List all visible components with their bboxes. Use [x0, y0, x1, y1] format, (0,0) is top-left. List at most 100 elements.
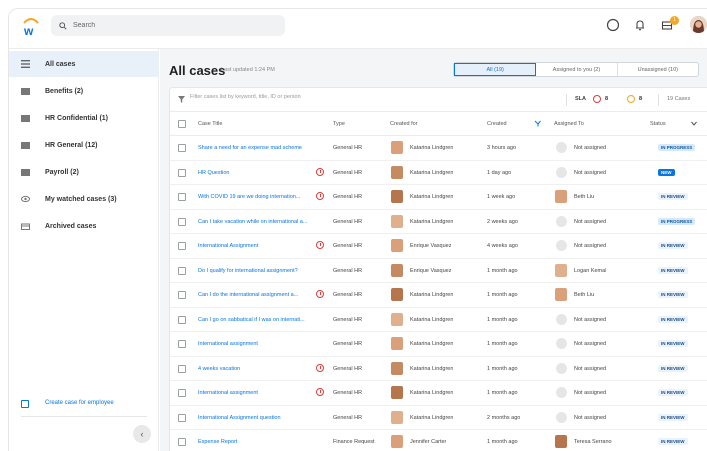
search-input[interactable]: [73, 22, 273, 29]
assigned-to-name[interactable]: Not assigned: [574, 145, 606, 151]
created-for-name[interactable]: Enrique Vasquez: [410, 268, 451, 274]
case-title-link[interactable]: With COVID 19 are we doing internation..…: [198, 194, 318, 200]
created-for-name[interactable]: Katarina Lindgren: [410, 194, 453, 200]
table-row[interactable]: International assignment General HR Katari…: [170, 381, 707, 406]
row-checkbox[interactable]: [178, 193, 186, 201]
row-checkbox[interactable]: [178, 168, 186, 177]
created-for-name[interactable]: Jennifer Carter: [410, 439, 446, 445]
table-row[interactable]: Can I take vacation while on internation…: [170, 210, 707, 234]
case-title-link[interactable]: Can I take vacation while on internation…: [198, 219, 318, 225]
case-title-link[interactable]: HR Question: [198, 170, 318, 176]
assigned-to-name[interactable]: Not assigned: [574, 317, 606, 323]
sla-overdue-icon[interactable]: [593, 95, 601, 103]
row-checkbox[interactable]: [178, 217, 186, 226]
sidebar-item-payroll[interactable]: Payroll (2): [9, 159, 159, 185]
unassigned-avatar-icon: [556, 215, 567, 227]
table-row[interactable]: 4 weeks vacation General HR Katarina Lindg…: [170, 357, 707, 381]
case-title-link[interactable]: International assignment: [198, 390, 318, 396]
select-all-checkbox[interactable]: [178, 120, 186, 128]
row-checkbox[interactable]: [178, 144, 186, 152]
case-title-link[interactable]: Can I do the international assignment a.…: [198, 292, 318, 298]
assigned-to-name[interactable]: Not assigned: [574, 390, 606, 396]
tab-assigned-to-you[interactable]: Assigned to you (2): [536, 63, 618, 76]
chat-icon[interactable]: [606, 18, 620, 32]
case-title-link[interactable]: International Assignment: [198, 243, 318, 249]
created-for-name[interactable]: Katarina Lindgren: [410, 170, 453, 176]
assigned-to-name[interactable]: Not assigned: [574, 366, 606, 372]
assigned-to-name[interactable]: Beth Liu: [574, 292, 594, 298]
assigned-to-name[interactable]: Logan Kemal: [574, 268, 606, 274]
table-row[interactable]: Do I qualify for international assignmen…: [170, 259, 707, 283]
created-for-name[interactable]: Katarina Lindgren: [410, 415, 453, 421]
sidebar-item-benefits[interactable]: Benefits (2): [9, 78, 159, 104]
assigned-to-name[interactable]: Not assigned: [574, 415, 606, 421]
case-title-link[interactable]: International assignment: [198, 341, 318, 347]
filter-input[interactable]: [190, 94, 390, 100]
case-title-link[interactable]: Can I go on sabbatical if I was on inter…: [198, 317, 318, 323]
assigned-to-name[interactable]: Beth Liu: [574, 194, 594, 200]
case-title-link[interactable]: International Assignment question: [198, 415, 318, 421]
table-row[interactable]: With COVID 19 are we doing internation..…: [170, 185, 707, 210]
bell-icon[interactable]: [633, 18, 647, 32]
create-case-icon[interactable]: [21, 400, 29, 408]
sidebar-item-hr-confidential[interactable]: HR Confidential (1): [9, 105, 159, 131]
table-row[interactable]: Share a need for an expense mad scheme Ge…: [170, 136, 707, 161]
case-title-link[interactable]: 4 weeks vacation: [198, 366, 318, 372]
assigned-to-name[interactable]: Not assigned: [574, 170, 606, 176]
case-title-link[interactable]: Share a need for an expense mad scheme: [198, 145, 318, 151]
user-avatar[interactable]: [690, 16, 707, 33]
table-row[interactable]: Expense Report Finance Request Jennifer Ca…: [170, 430, 707, 451]
row-checkbox[interactable]: [178, 413, 186, 422]
row-checkbox[interactable]: [178, 242, 186, 250]
table-row[interactable]: Can I do the international assignment a.…: [170, 283, 707, 308]
row-checkbox[interactable]: [178, 389, 186, 397]
sidebar-item-watched-cases[interactable]: My watched cases (3): [9, 186, 159, 212]
assigned-to-name[interactable]: Not assigned: [574, 341, 606, 347]
sidebar-item-hr-general[interactable]: HR General (12): [9, 132, 159, 158]
created-for-name[interactable]: Katarina Lindgren: [410, 317, 453, 323]
tab-all[interactable]: All (19): [454, 63, 537, 76]
sort-icon[interactable]: [534, 120, 541, 127]
column-header-created-for[interactable]: Created for: [390, 121, 418, 127]
search-bar[interactable]: [51, 15, 285, 36]
row-checkbox[interactable]: [178, 438, 186, 446]
row-checkbox[interactable]: [178, 291, 186, 299]
table-row[interactable]: International Assignment question General…: [170, 406, 707, 430]
tab-unassigned[interactable]: Unassigned (10): [618, 63, 698, 76]
table-row[interactable]: International Assignment General HR Enriqu…: [170, 234, 707, 259]
row-checkbox[interactable]: [178, 364, 186, 373]
column-header-assigned-to[interactable]: Assigned To: [554, 121, 584, 127]
created-for-name[interactable]: Enrique Vasquez: [410, 243, 451, 249]
assigned-to-name[interactable]: Teresa Serrano: [574, 439, 612, 445]
sla-label: SLA: [575, 96, 586, 102]
created-for-name[interactable]: Katarina Lindgren: [410, 145, 453, 151]
sidebar-item-all-cases[interactable]: All cases: [9, 51, 159, 77]
case-title-link[interactable]: Expense Report: [198, 439, 318, 445]
sidebar-item-archived-cases[interactable]: Archived cases: [9, 213, 159, 239]
table-row[interactable]: International assignment General HR Katari…: [170, 332, 707, 357]
row-checkbox[interactable]: [178, 266, 186, 275]
column-header-status[interactable]: Status: [650, 121, 666, 127]
created-for-name[interactable]: Katarina Lindgren: [410, 219, 453, 225]
column-header-case-title[interactable]: Case Title: [198, 121, 222, 127]
column-header-created[interactable]: Created: [487, 121, 507, 127]
collapse-sidebar-button[interactable]: ‹: [133, 425, 151, 443]
created-for-name[interactable]: Katarina Lindgren: [410, 292, 453, 298]
create-case-link[interactable]: Create case for employee: [45, 400, 114, 406]
created-for-name[interactable]: Katarina Lindgren: [410, 390, 453, 396]
workday-logo[interactable]: w: [22, 17, 40, 37]
case-title-link[interactable]: Do I qualify for international assignmen…: [198, 268, 318, 274]
column-header-type[interactable]: Type: [333, 121, 345, 127]
sla-warning-icon[interactable]: [627, 95, 635, 103]
chevron-down-icon[interactable]: [691, 121, 697, 126]
created-for-name[interactable]: Katarina Lindgren: [410, 366, 453, 372]
row-checkbox[interactable]: [178, 315, 186, 324]
assigned-to-name[interactable]: Not assigned: [574, 219, 606, 225]
table-row[interactable]: HR Question General HR Katarina Lindgren 1 …: [170, 161, 707, 185]
assigned-to-name[interactable]: Not assigned: [574, 243, 606, 249]
filter-bar: SLA 8 8 19 Cases: [170, 88, 707, 112]
row-checkbox[interactable]: [178, 340, 186, 348]
status-badge: IN REVIEW: [658, 242, 688, 249]
table-row[interactable]: Can I go on sabbatical if I was on inter…: [170, 308, 707, 332]
created-for-name[interactable]: Katarina Lindgren: [410, 341, 453, 347]
